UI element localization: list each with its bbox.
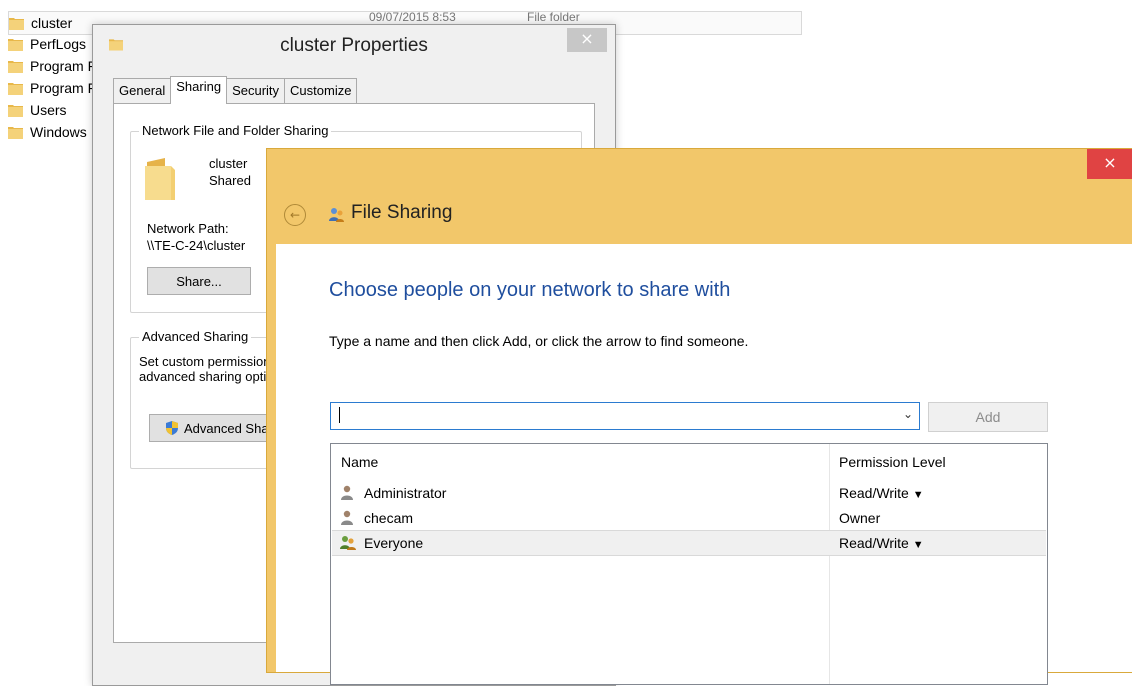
user-icon <box>341 510 353 525</box>
tab-customize[interactable]: Customize <box>284 78 358 103</box>
user-name: Everyone <box>364 535 424 551</box>
text-caret <box>339 407 340 423</box>
network-path-label: Network Path: <box>147 221 229 236</box>
back-arrow-icon: ← <box>289 208 301 222</box>
permission-dropdown[interactable]: Read/Write ▼ <box>839 535 924 551</box>
file-name: Users <box>30 102 67 118</box>
permission-value: Read/Write <box>839 535 909 551</box>
users-icon <box>329 208 344 222</box>
folder-icon <box>8 127 23 139</box>
share-instruction: Type a name and then click Add, or click… <box>329 333 749 349</box>
folder-icon <box>145 158 175 200</box>
permission-value: Owner <box>839 510 881 526</box>
network-path-value[interactable]: \\TE-C-24\cluster <box>147 238 245 253</box>
add-button[interactable]: Add <box>928 402 1048 432</box>
share-heading: Choose people on your network to share w… <box>329 279 731 301</box>
column-separator <box>829 444 830 684</box>
properties-title: cluster Properties <box>280 35 428 56</box>
shield-icon <box>166 421 178 435</box>
file-type: File folder <box>527 10 580 24</box>
advanced-sharing-label: Advanced Sharing <box>139 329 252 344</box>
table-row[interactable]: Everyone Read/Write ▼ <box>332 530 1046 556</box>
folder-icon <box>9 18 24 30</box>
chevron-down-icon[interactable]: ⌄ <box>903 407 913 421</box>
file-sharing-title: File Sharing <box>351 202 453 223</box>
user-name-combobox[interactable]: ⌄ <box>330 402 920 430</box>
file-date: 09/07/2015 8:53 <box>369 10 456 24</box>
table-row[interactable]: checam Owner <box>332 506 1046 530</box>
folder-icon <box>8 83 23 95</box>
folder-icon <box>8 61 23 73</box>
shared-folder-status: Shared <box>209 173 251 188</box>
properties-titlebar[interactable]: cluster Properties × <box>93 25 615 65</box>
tab-sharing[interactable]: Sharing <box>170 76 228 104</box>
share-button[interactable]: Share... <box>147 267 251 295</box>
tab-security[interactable]: Security <box>226 78 286 103</box>
folder-icon <box>8 39 23 51</box>
back-button[interactable]: ← <box>284 204 306 226</box>
user-name: Administrator <box>364 485 447 501</box>
users-icon <box>340 536 356 550</box>
properties-close-button[interactable]: × <box>567 28 607 52</box>
column-header-permission[interactable]: Permission Level <box>839 454 946 470</box>
column-header-name[interactable]: Name <box>341 454 378 470</box>
shared-folder-name: cluster <box>209 156 248 171</box>
user-name: checam <box>364 510 414 526</box>
user-icon <box>341 485 353 500</box>
table-row[interactable]: Administrator Read/Write ▼ <box>332 481 1046 505</box>
properties-tabs: General Sharing Security Customize <box>113 76 358 104</box>
file-sharing-close-button[interactable]: × <box>1087 149 1132 179</box>
network-sharing-label: Network File and Folder Sharing <box>139 123 332 138</box>
file-name: cluster <box>31 15 73 31</box>
file-sharing-content: Choose people on your network to share w… <box>276 244 1132 685</box>
dropdown-arrow-icon: ▼ <box>912 539 924 551</box>
dropdown-arrow-icon: ▼ <box>912 489 924 501</box>
file-sharing-dialog: × ← File Sharing Choose people on your n… <box>266 148 1132 685</box>
permission-dropdown[interactable]: Read/Write ▼ <box>839 485 924 501</box>
file-name: Windows <box>30 124 87 140</box>
permissions-table: Name Permission Level Administrator Read… <box>330 443 1048 685</box>
file-name: PerfLogs <box>30 36 87 52</box>
permission-value: Read/Write <box>839 485 909 501</box>
tab-general[interactable]: General <box>113 78 172 103</box>
folder-icon <box>8 105 23 117</box>
